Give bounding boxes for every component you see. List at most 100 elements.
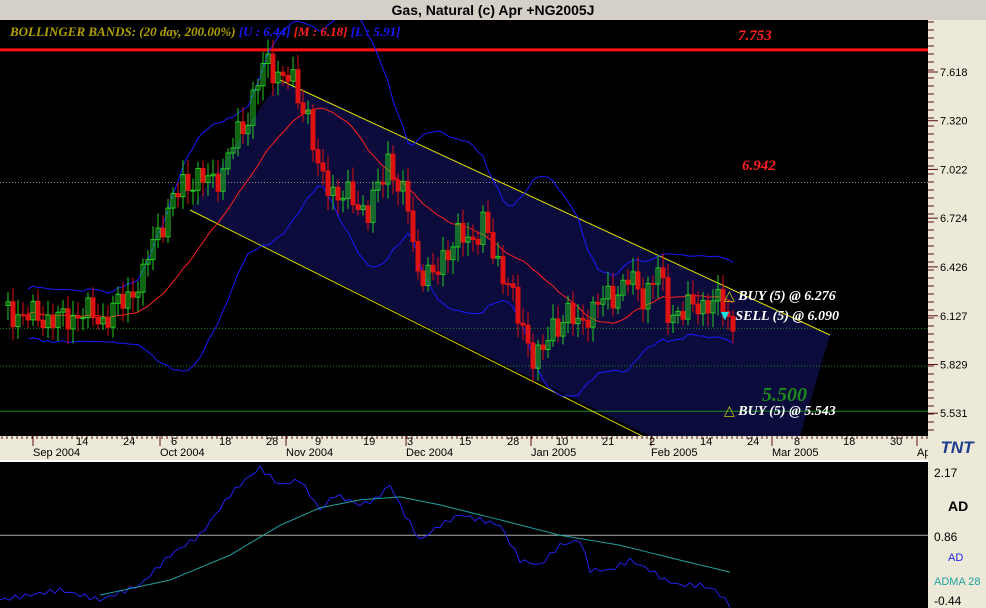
candle-body — [365, 205, 371, 223]
ad-axis-bottom: -0.44 — [934, 594, 962, 608]
time-day-label: 24 — [123, 436, 136, 448]
buy-triangle-icon: △ — [724, 404, 735, 419]
candle-body — [435, 271, 441, 275]
candle-body — [595, 301, 601, 305]
candle-body — [25, 314, 31, 321]
time-day-label: 19 — [363, 436, 376, 448]
candle-body — [240, 121, 246, 135]
candle-body — [185, 174, 191, 191]
price-label: 5.531 — [940, 408, 968, 420]
candle-body — [680, 311, 686, 320]
sell-text: SELL (5) @ 6.090 — [735, 309, 840, 324]
price-axis[interactable]: 7.618 7.320 7.022 6.724 6.426 6.127 5.829 5.531 — [928, 20, 986, 436]
candle-body — [215, 173, 221, 192]
price-label: 7.022 — [940, 164, 968, 176]
time-day-label: 30 — [890, 436, 903, 448]
price-label: 7.320 — [940, 116, 968, 128]
ad-panel-title: AD — [948, 498, 969, 514]
sell-signal-label: ▼ SELL (5) @ 6.090 — [718, 309, 839, 325]
candle-body — [515, 286, 521, 324]
candle-body — [300, 102, 306, 115]
candle-body — [690, 294, 696, 305]
candle-body — [470, 236, 476, 240]
candle-body — [625, 279, 631, 285]
candle-body — [505, 283, 511, 286]
buy-signal-label-2: △ BUY (5) @ 5.543 — [724, 403, 836, 420]
candle-body — [175, 192, 181, 198]
time-month-label: Mar 2005 — [772, 447, 819, 459]
candle-body — [430, 264, 436, 273]
middle-band-value: [M : 6.18] — [293, 24, 348, 39]
sell-triangle-icon: ▼ — [718, 309, 732, 324]
candle-body — [310, 109, 316, 151]
candle-body — [160, 227, 166, 238]
time-day-label: 21 — [602, 436, 615, 448]
candle-body — [540, 344, 546, 351]
candle-body — [530, 342, 536, 369]
candle-body — [35, 300, 41, 321]
candle-body — [520, 322, 526, 326]
time-day-label: 28 — [266, 436, 279, 448]
logo-text: TNT — [940, 438, 974, 457]
candle-body — [525, 324, 531, 344]
time-month-label: Dec 2004 — [406, 447, 454, 459]
level-label-6942: 6.942 — [742, 158, 776, 174]
candle-body — [695, 303, 701, 315]
ad-panel[interactable] — [0, 462, 928, 608]
candle-body — [410, 210, 416, 242]
time-day-label: 28 — [507, 436, 520, 448]
candle-body — [90, 297, 96, 319]
candle-body — [295, 69, 301, 104]
time-month-label: Oct 2004 — [160, 447, 205, 459]
time-month-label: Nov 2004 — [286, 447, 334, 459]
ad-axis-top: 2.17 — [934, 466, 958, 480]
window-title: Gas, Natural (c) Apr +NG2005J — [0, 0, 986, 20]
bollinger-label: BOLLINGER BANDS: (20 day, 200.00%) — [10, 24, 236, 39]
candle-body — [120, 293, 126, 309]
candle-body — [280, 71, 286, 76]
price-label: 6.127 — [940, 311, 968, 323]
candle-body — [285, 74, 291, 82]
candle-body — [10, 301, 16, 328]
candle-body — [315, 149, 321, 164]
candle-body — [445, 250, 451, 261]
indicator-legend: BOLLINGER BANDS: (20 day, 200.00%) [U : … — [10, 24, 400, 40]
candle-body — [460, 222, 466, 243]
buy-signal-label: △ BUY (5) @ 6.276 — [724, 288, 836, 305]
price-label: 5.829 — [940, 360, 968, 372]
candle-body — [420, 270, 426, 286]
candle-body — [555, 318, 561, 337]
time-day-label: 15 — [459, 436, 472, 448]
candle-body — [20, 314, 26, 317]
candle-body — [95, 317, 101, 325]
buy-text: BUY (5) @ 5.543 — [738, 404, 836, 419]
buy-text: BUY (5) @ 6.276 — [738, 289, 836, 304]
candle-body — [130, 291, 136, 298]
candle-body — [390, 153, 396, 181]
level-label-7753: 7.753 — [738, 28, 772, 44]
candle-body — [395, 179, 401, 192]
time-day-label: 24 — [747, 436, 760, 448]
time-axis[interactable]: 14 24 6 18 28 9 19 3 15 28 10 21 2 14 24 8 18 30 Sep 2004 O… — [0, 436, 934, 462]
ad-axis-mid: 0.86 — [934, 530, 958, 544]
lower-band-value: [L : 5.91] — [350, 24, 401, 39]
candle-body — [570, 302, 576, 325]
candle-body — [705, 300, 711, 314]
time-day-label: 14 — [700, 436, 713, 448]
price-label: 7.618 — [940, 67, 968, 79]
price-axis-ticks: 7.618 7.320 7.022 6.724 6.426 6.127 5.829 5.531 — [928, 21, 968, 431]
candle-body — [405, 180, 411, 212]
candle-body — [500, 255, 506, 285]
candle-body — [320, 162, 326, 172]
time-month-label: Feb 2005 — [651, 447, 698, 459]
candle-body — [640, 288, 646, 310]
tnt-logo: TNT — [928, 436, 986, 460]
price-chart[interactable]: BOLLINGER BANDS: (20 day, 200.00%) [U : … — [0, 20, 928, 436]
time-month-label: Sep 2004 — [33, 447, 81, 459]
time-month-label: Jan 2005 — [531, 447, 577, 459]
candle-body — [105, 317, 111, 328]
candle-body — [485, 211, 491, 233]
candle-body — [40, 319, 46, 329]
candle-body — [635, 271, 641, 290]
ad-line — [0, 465, 731, 608]
